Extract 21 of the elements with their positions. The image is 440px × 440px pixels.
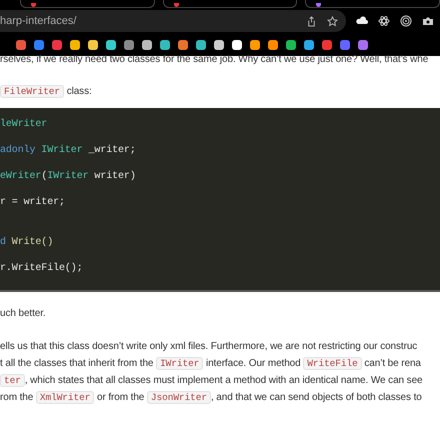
code-line: eWriter(IWriter writer) — [0, 170, 137, 184]
code-line: r = writer; — [0, 196, 66, 210]
paragraph-text: rselves, if we really need two classes for the same job. Why can’t we use just one? Well, that’s whe — [0, 54, 430, 66]
atom-icon[interactable] — [378, 15, 390, 27]
url-text: harp-interfaces/ — [0, 15, 78, 27]
target-icon[interactable] — [400, 15, 412, 27]
code-line: r.WriteFile(); — [0, 262, 84, 276]
address-bar[interactable]: harp-interfaces/ — [0, 10, 346, 32]
paragraph-line: t all the classes that inherit from the IWriter interface. Our method WriteFile can’t be rena — [0, 356, 422, 372]
code-line: leWriter — [0, 118, 48, 132]
camera-icon[interactable] — [422, 15, 434, 27]
paragraph-line: ter , which states that all classes must implement a method with an identical name. We can see — [0, 372, 440, 389]
star-icon[interactable] — [327, 16, 338, 26]
paragraph-line: ells us that this class doesn’t write only xml files. Furthermore, we are not restricting our construc — [0, 340, 418, 354]
share-icon[interactable] — [306, 16, 317, 26]
code-line: d Write() — [0, 236, 54, 250]
paragraph-line: rom the XmlWriter or from the JsonWriter , and that we can send objects of both classes to — [0, 390, 423, 406]
paragraph-text: uch better. — [0, 307, 47, 321]
paragraph-text: FileWriter class: — [0, 84, 440, 100]
code-line: adonly IWriter _writer; — [0, 144, 137, 158]
cloud-icon[interactable] — [356, 15, 368, 27]
